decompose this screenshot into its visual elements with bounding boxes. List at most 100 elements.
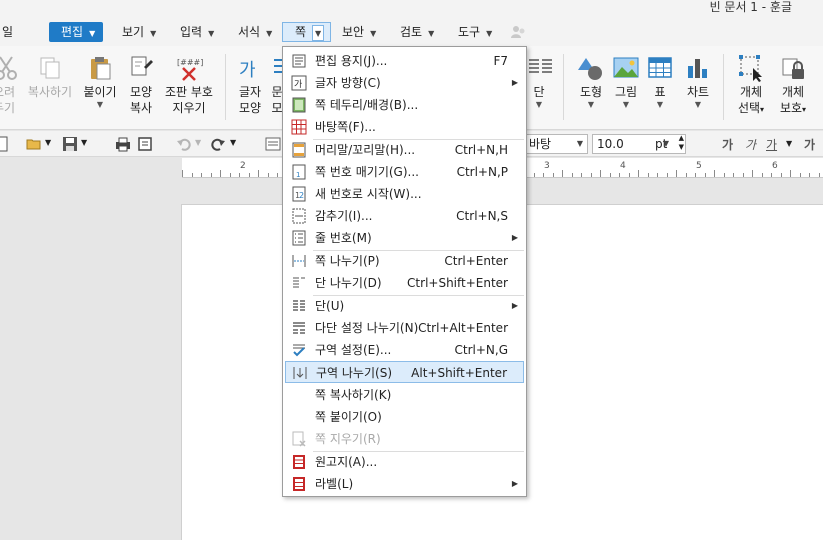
spin-updown-icon[interactable]: ▲ ▼ <box>679 134 684 152</box>
menu-edit[interactable]: 편집 ▼ <box>49 22 104 42</box>
menu-item-copy-page[interactable]: 쪽 복사하기(K) <box>285 384 524 406</box>
menu-item-paste-page[interactable]: 쪽 붙이기(O) <box>285 406 524 428</box>
window-title: 빈 문서 1 - 훈글 <box>709 0 792 14</box>
menu-security[interactable]: 보안 ▼ <box>338 22 380 42</box>
new-number-icon: 12 <box>292 186 306 202</box>
object-select-button[interactable]: 개체 선택▾ <box>734 54 768 118</box>
copy-button[interactable]: 복사하기 <box>26 54 74 100</box>
print-icon[interactable] <box>115 136 131 152</box>
ruler-tick <box>239 173 240 177</box>
ruler-tick <box>676 170 677 177</box>
menu-item-line-number[interactable]: 줄 번호(M) ▶ <box>285 227 524 249</box>
menu-item-multi-column-break[interactable]: 다단 설정 나누기(N) Ctrl+Alt+Enter <box>285 317 524 339</box>
menu-item-page-break[interactable]: 쪽 나누기(P) Ctrl+Enter <box>285 250 524 272</box>
ruler-tick <box>752 170 753 177</box>
chevron-down-icon: ▼ <box>486 29 493 38</box>
ruler-tick <box>790 170 791 177</box>
redo-icon[interactable] <box>210 136 226 152</box>
menu-item-column-break[interactable]: 단 나누기(D) Ctrl+Shift+Enter <box>285 272 524 294</box>
bold-button[interactable]: 가 <box>722 136 733 153</box>
open-folder-icon[interactable] <box>26 136 42 152</box>
menu-item-columns[interactable]: 단(U) ▶ <box>285 295 524 317</box>
chevron-down-icon: ▼ <box>576 139 583 148</box>
ruler-tick <box>571 173 573 177</box>
menu-item-hide[interactable]: 감추기(I)... Ctrl+N,S <box>285 205 524 227</box>
section-break-icon <box>293 367 307 379</box>
menu-tools[interactable]: 도구 ▼ <box>454 22 496 42</box>
char-shape-button[interactable]: 가 글자 모양 <box>234 54 266 116</box>
chevron-down-icon[interactable]: ▼ <box>45 138 51 147</box>
chart-button[interactable]: 차트 ▼ <box>682 54 714 110</box>
ruler-tick <box>704 173 706 177</box>
page-setup-icon <box>292 54 306 68</box>
menu-item-master-page[interactable]: 바탕쪽(F)... <box>285 116 524 138</box>
menu-item-page-border[interactable]: 쪽 테두리/배경(B)... <box>285 94 524 116</box>
picture-button[interactable]: 그림 ▼ <box>610 54 642 110</box>
style-icon[interactable] <box>265 136 281 152</box>
user-icon[interactable] <box>510 25 526 39</box>
submenu-arrow-icon: ▶ <box>511 233 518 242</box>
clear-marks-button[interactable]: [###] 조판 부호 지우기 <box>162 54 216 116</box>
page-number-icon: 1 <box>292 164 306 180</box>
chevron-down-icon: ▼ <box>622 100 630 109</box>
chevron-down-icon[interactable]: ▼ <box>81 138 87 147</box>
menu-item-delete-page[interactable]: 쪽 지우기(R) <box>285 428 524 450</box>
undo-icon[interactable] <box>176 136 192 152</box>
menu-format[interactable]: 서식 ▼ <box>234 22 276 42</box>
chevron-down-icon[interactable]: ▼ <box>195 138 201 147</box>
ruler-tick <box>590 173 592 177</box>
menu-item-manuscript[interactable]: 원고지(A)... <box>285 451 524 473</box>
font-name-combo[interactable]: 바탕 ▼ <box>524 134 588 154</box>
format-copy-button[interactable]: 모양 복사 <box>126 54 156 116</box>
ruler-tick <box>723 173 725 177</box>
menu-item-page-number[interactable]: 1 쪽 번호 매기기(G)... Ctrl+N,P <box>285 161 524 183</box>
object-protect-button[interactable]: 개체 보호▾ <box>776 54 810 118</box>
ruler-tick <box>267 173 269 177</box>
ruler-tick <box>229 173 231 177</box>
menu-insert[interactable]: 입력 ▼ <box>176 22 218 42</box>
chevron-down-icon: ▼ <box>89 29 96 38</box>
chevron-down-icon: ▼ <box>694 100 702 109</box>
menu-item-section-break[interactable]: 구역 나누기(S) Alt+Shift+Enter <box>285 361 524 383</box>
new-doc-icon[interactable] <box>0 136 10 152</box>
ruler-tick <box>666 173 668 177</box>
menu-item-text-direction[interactable]: 가 글자 방향(C) ▶ <box>285 72 524 94</box>
table-button[interactable]: 표 ▼ <box>646 54 674 110</box>
lock-icon <box>782 58 804 79</box>
menu-item-page-setup[interactable]: 편집 용지(J)... F7 <box>285 50 524 72</box>
column-button[interactable]: 단 ▼ <box>527 54 552 110</box>
ruler-tick <box>733 173 734 177</box>
ruler-tick <box>638 170 639 177</box>
picture-icon <box>613 57 639 78</box>
menu-item-new-number[interactable]: 12 새 번호로 시작(W)... <box>285 183 524 205</box>
multi-column-break-icon <box>293 322 305 334</box>
columns-icon <box>529 59 552 73</box>
chevron-down-icon[interactable]: ▼ <box>786 139 792 148</box>
menu-item-header-footer[interactable]: 머리말/꼬리말(H)... Ctrl+N,H <box>285 139 524 161</box>
chevron-down-icon[interactable]: ▼ <box>230 138 236 147</box>
submenu-arrow-icon: ▶ <box>511 301 518 310</box>
preview-icon[interactable] <box>137 136 153 152</box>
paste-button[interactable]: 붙이기 ▼ <box>80 54 120 110</box>
ruler-tick <box>657 173 658 177</box>
save-icon[interactable] <box>62 136 78 152</box>
menu-item-label[interactable]: 라벨(L) ▶ <box>285 473 524 495</box>
menu-file[interactable]: 일 <box>0 22 17 42</box>
shape-button[interactable]: 도형 ▼ <box>574 54 608 110</box>
ruler-tick <box>600 170 601 177</box>
master-page-icon <box>291 119 307 135</box>
svg-text:가: 가 <box>239 60 256 81</box>
menu-review[interactable]: 검토 ▼ <box>396 22 438 42</box>
menu-page[interactable]: 쪽 ▼ <box>282 22 332 42</box>
cut-button[interactable]: 오려두기 <box>0 54 17 116</box>
font-size-combo[interactable]: 10.0 pt ▼ ▲ ▼ <box>592 134 686 154</box>
ruler-tick <box>619 173 620 177</box>
line-number-icon <box>292 230 306 246</box>
menu-item-section-setup[interactable]: 구역 설정(E)... Ctrl+N,G <box>285 339 524 361</box>
hide-icon <box>292 208 306 224</box>
underline-button[interactable]: 가 <box>766 136 777 153</box>
ruler-tick <box>714 170 715 177</box>
menu-view[interactable]: 보기 ▼ <box>118 22 160 42</box>
strike-button[interactable]: 가 <box>804 136 815 153</box>
italic-button[interactable]: 가 <box>745 136 756 153</box>
